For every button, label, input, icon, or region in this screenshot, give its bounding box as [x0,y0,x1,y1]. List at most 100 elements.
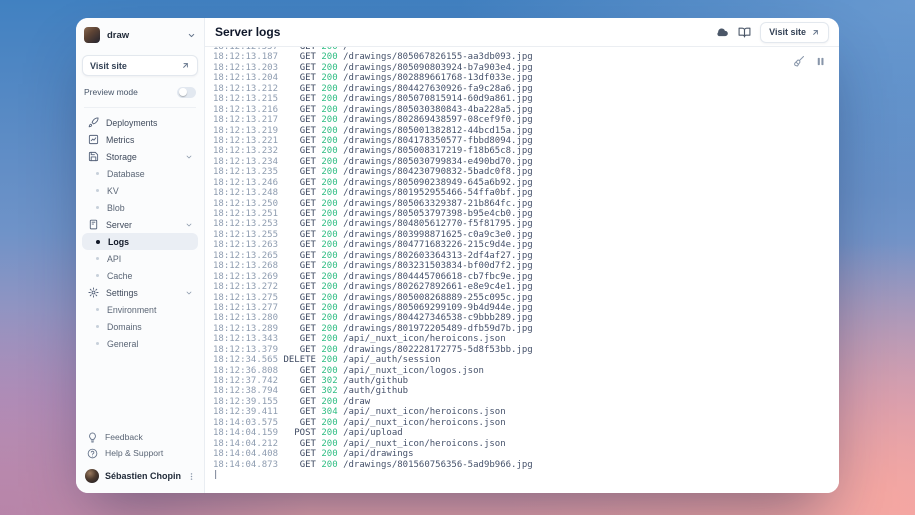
log-timestamp: 18:12:13.221 [213,136,278,146]
preview-mode-toggle[interactable] [177,87,196,98]
sidebar-item-kv[interactable]: KV [82,182,198,199]
bullet-dot-icon [96,274,99,277]
sidebar-item-general[interactable]: General [82,335,198,352]
log-timestamp: 18:12:13.187 [213,52,278,62]
sidebar-item-label: Help & Support [105,448,163,458]
log-status: 200 [321,188,337,198]
log-row: 18:12:13.234 GET 200 /drawings/805030799… [213,157,839,167]
sidebar-item-deployments[interactable]: Deployments [82,114,198,131]
pause-logs-icon[interactable] [815,55,826,67]
project-switcher[interactable]: draw [82,25,198,45]
sidebar-item-feedback[interactable]: Feedback [82,429,198,445]
cloudflare-cloud-icon[interactable] [715,25,729,39]
log-row: 18:12:13.277 GET 200 /drawings/805069299… [213,303,839,313]
log-method: GET [283,240,316,250]
log-timestamp: 18:12:13.255 [213,230,278,240]
metrics-chart-icon [87,134,99,145]
log-path: /api/upload [343,428,403,438]
sidebar-item-help-support[interactable]: Help & Support [82,445,198,461]
log-input-cursor: | [213,470,839,480]
log-row: 18:14:04.408 GET 200 /api/drawings [213,449,839,459]
log-status: 200 [321,355,337,365]
log-timestamp: 18:14:04.159 [213,428,278,438]
log-method: GET [283,63,316,73]
log-status: 200 [321,84,337,94]
sidebar-footer: Feedback Help & Support Sébastien Chopin [82,429,198,485]
log-timestamp: 18:12:13.265 [213,251,278,261]
project-avatar [84,27,100,43]
preview-mode-row: Preview mode [82,85,198,99]
visit-site-header-label: Visit site [769,27,806,37]
log-path: /drawings/802228172775-5d8f53bb.jpg [343,345,533,355]
log-method: GET [283,146,316,156]
sidebar-item-api[interactable]: API [82,250,198,267]
log-timestamp: 18:12:34.565 [213,355,278,365]
log-path: /drawings/802869438597-08cef9f0.jpg [343,115,533,125]
log-path: /draw [343,397,370,407]
ellipsis-vertical-icon[interactable] [187,472,196,481]
sidebar-item-settings[interactable]: Settings [82,284,198,301]
bullet-dot-icon [96,325,99,328]
log-row: 18:12:13.251 GET 200 /drawings/805053797… [213,209,839,219]
bullet-dot-icon [96,342,99,345]
log-status: 200 [321,313,337,323]
sidebar-item-server[interactable]: Server [82,216,198,233]
log-path: /api/drawings [343,449,413,459]
log-status: 200 [321,167,337,177]
sidebar-item-environment[interactable]: Environment [82,301,198,318]
log-path: /drawings/805008317219-f18b65c8.jpg [343,146,533,156]
log-row: 18:12:13.217 GET 200 /drawings/802869438… [213,115,839,125]
log-method: GET [283,126,316,136]
sidebar-item-logs[interactable]: Logs [82,233,198,250]
log-path: /drawings/805069299109-9b4d944e.jpg [343,303,533,313]
sidebar-item-cache[interactable]: Cache [82,267,198,284]
log-list: 18:12:12.557 GET 200 /18:12:13.187 GET 2… [213,47,839,480]
main-panel: Server logs Visit site [205,18,839,493]
log-status: 200 [321,272,337,282]
log-method: GET [283,272,316,282]
log-row: 18:12:13.253 GET 200 /drawings/804805612… [213,219,839,229]
sidebar-nav: DeploymentsMetricsStorageDatabaseKVBlobS… [82,114,198,352]
log-path: /drawings/803231503834-bf00d7f2.jpg [343,261,533,271]
log-status: 200 [321,115,337,125]
log-path: /api/_nuxt_icon/logos.json [343,366,484,376]
sidebar-item-domains[interactable]: Domains [82,318,198,335]
sidebar-item-metrics[interactable]: Metrics [82,131,198,148]
sidebar-item-storage[interactable]: Storage [82,148,198,165]
log-row: 18:12:13.221 GET 200 /drawings/804178350… [213,136,839,146]
sidebar-footer-links: Feedback Help & Support [82,429,198,461]
log-path: /drawings/804445706618-cb7fbc9e.jpg [343,272,533,282]
sidebar-item-blob[interactable]: Blob [82,199,198,216]
log-row: 18:12:37.742 GET 302 /auth/github [213,376,839,386]
log-timestamp: 18:12:13.203 [213,63,278,73]
project-name: draw [107,30,180,41]
sidebar: draw Visit site Preview mode Deployments… [76,18,205,493]
log-viewer[interactable]: 18:12:12.557 GET 200 /18:12:13.187 GET 2… [205,47,839,493]
log-row: 18:12:13.248 GET 200 /drawings/801952955… [213,188,839,198]
sidebar-item-label: General [107,339,138,349]
log-method: GET [283,188,316,198]
log-path: /auth/github [343,386,408,396]
log-status: 302 [321,376,337,386]
log-status: 200 [321,230,337,240]
log-method: GET [283,334,316,344]
log-timestamp: 18:12:13.232 [213,146,278,156]
log-row: 18:12:38.794 GET 302 /auth/github [213,386,839,396]
clear-logs-broom-icon[interactable] [793,55,805,67]
docs-book-icon[interactable] [738,26,751,39]
log-path: /drawings/805090238949-645a6b92.jpg [343,178,533,188]
log-path: /api/_auth/session [343,355,441,365]
sidebar-item-label: Domains [107,322,142,332]
sidebar-item-database[interactable]: Database [82,165,198,182]
log-path: /drawings/804771683226-215c9d4e.jpg [343,240,533,250]
log-path: /drawings/805053797398-b95e4cb0.jpg [343,209,533,219]
visit-site-button[interactable]: Visit site [82,55,198,76]
user-menu[interactable]: Sébastien Chopin [82,467,198,485]
log-method: GET [283,73,316,83]
log-status: 200 [321,418,337,428]
log-path: /drawings/801972205489-dfb59d7b.jpg [343,324,533,334]
bullet-dot-icon [96,172,99,175]
log-path: /drawings/802889661768-13df033e.jpg [343,73,533,83]
visit-site-button-header[interactable]: Visit site [760,22,829,43]
log-row: 18:12:13.280 GET 200 /drawings/804427346… [213,313,839,323]
